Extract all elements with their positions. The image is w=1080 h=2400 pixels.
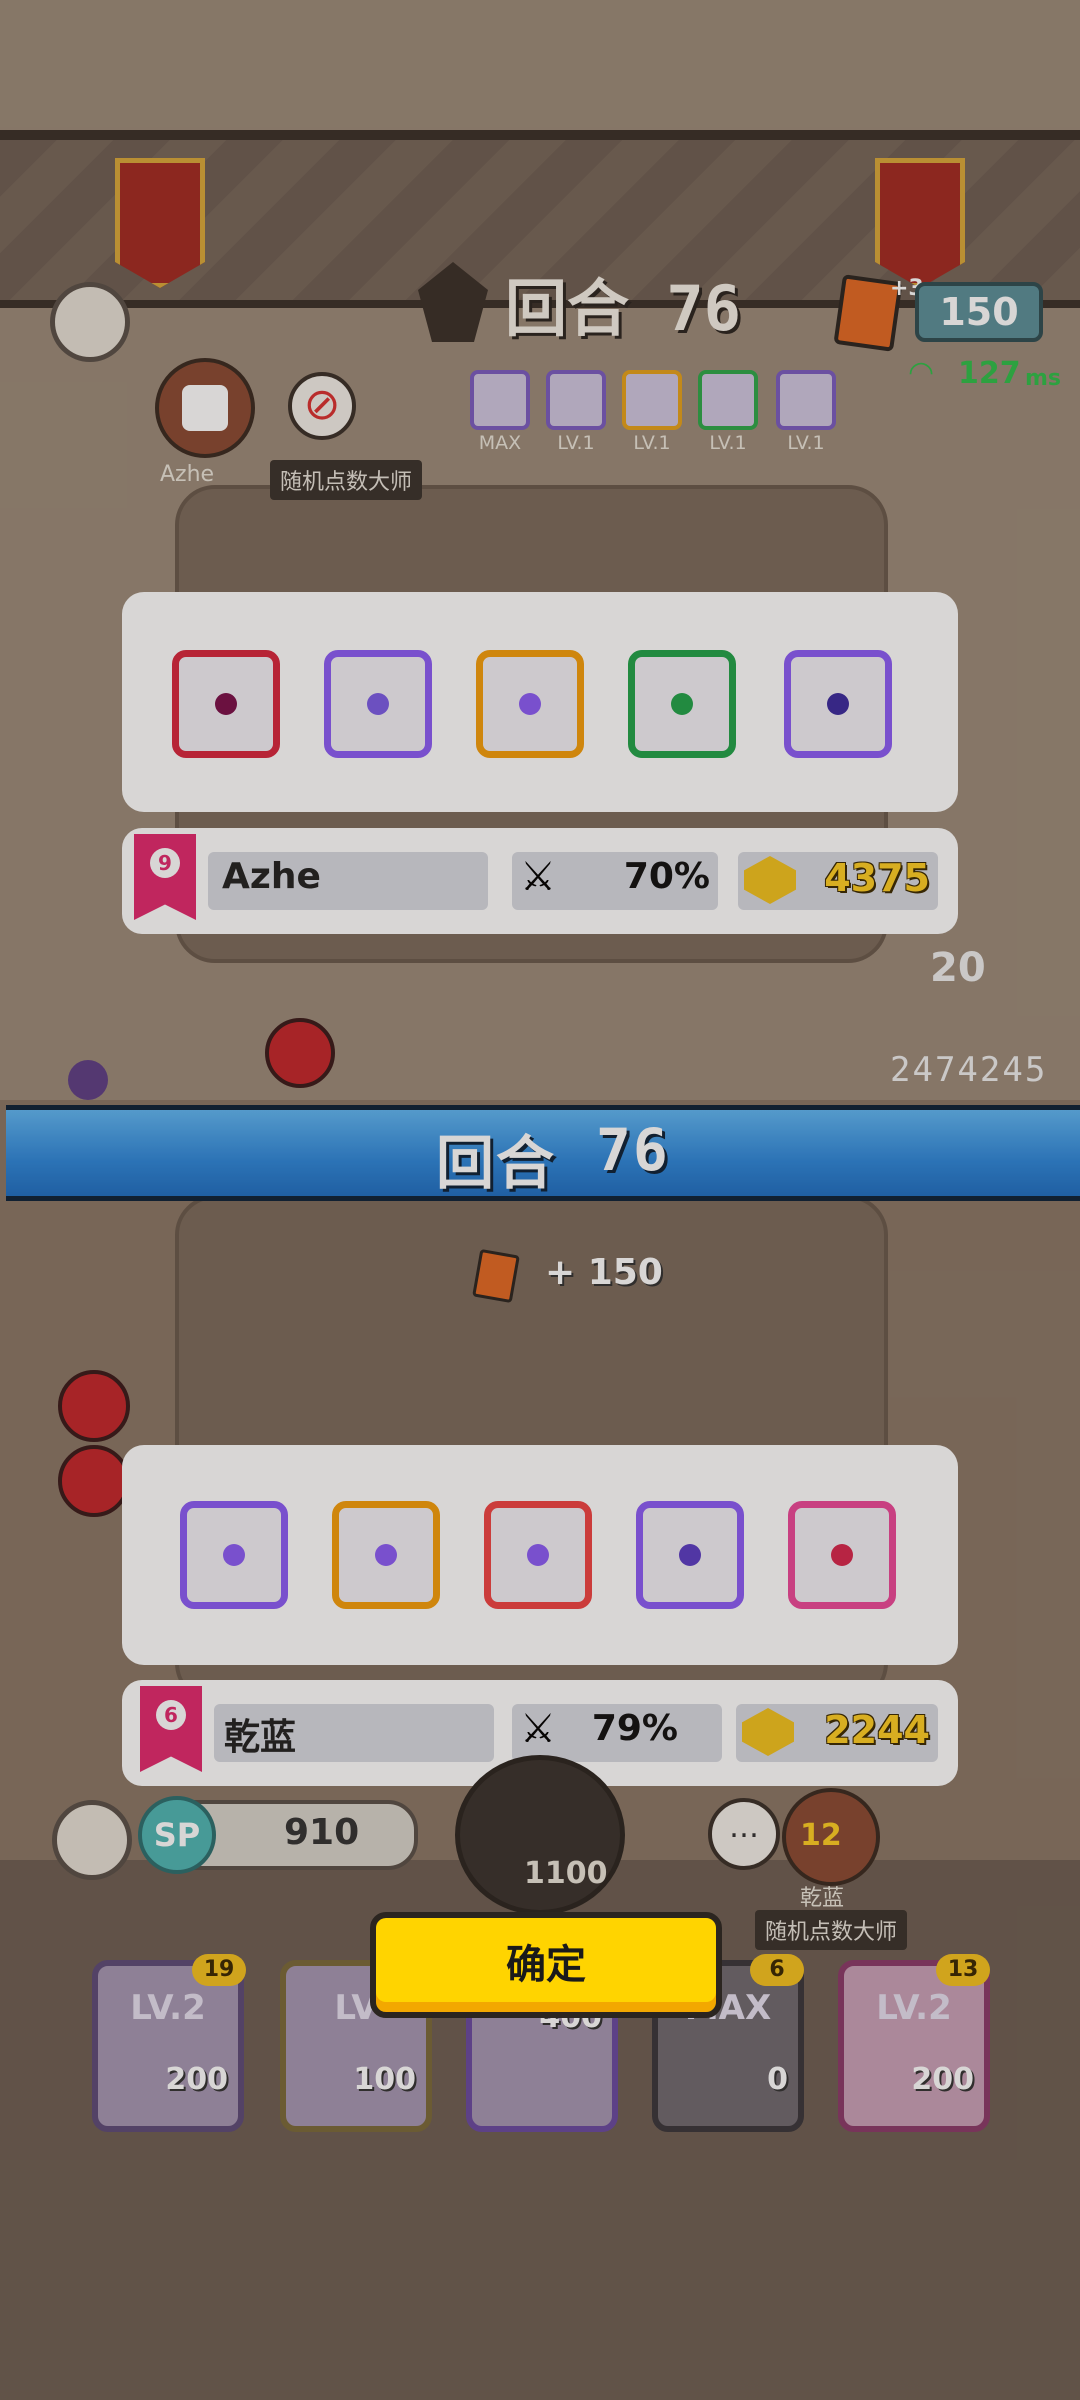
loadout-dice	[698, 370, 758, 430]
no-emote-icon[interactable]: ⊘	[288, 372, 356, 440]
sword-dice-icon	[788, 1501, 896, 1609]
radiation-icon	[58, 1370, 130, 1442]
opponent-avatar[interactable]	[155, 358, 255, 458]
radiation-icon	[265, 1018, 335, 1088]
infinity-dice-icon	[476, 650, 584, 758]
card-count: 19	[192, 1954, 246, 1986]
card-level: LV.2	[876, 1988, 952, 2028]
opponent-dice-panel	[122, 592, 958, 812]
rank-badge: 6	[140, 1686, 202, 1772]
rainbow-dice-icon	[484, 1501, 592, 1609]
win-rate: 79%	[591, 1708, 678, 1749]
card-icon	[472, 1248, 520, 1304]
wind-dice-icon	[180, 1501, 288, 1609]
opponent-info-row: 9 Azhe ⚔ 70% 4375	[122, 828, 958, 934]
player-name: Azhe	[222, 856, 321, 897]
loadout-dice	[622, 370, 682, 430]
wave-number: 20	[930, 945, 986, 991]
more-options-icon[interactable]: …	[708, 1798, 780, 1870]
opponent-name: Azhe	[160, 462, 215, 487]
gold-amount: 4375	[824, 856, 930, 900]
player-name-small: 乾蓝	[800, 1886, 845, 1911]
loadout-dice	[546, 370, 606, 430]
crossed-swords-icon: ⚔	[520, 854, 556, 900]
blade-dice-icon	[172, 650, 280, 758]
card-sp-cost: 0	[767, 2062, 788, 2097]
dice-avatar-icon	[182, 385, 228, 431]
loadout-level: MAX	[478, 432, 522, 454]
card-sp-cost: 200	[165, 2062, 228, 2097]
loadout-level: LV.1	[709, 432, 747, 454]
card-count: 6	[750, 1954, 804, 1986]
confirm-button[interactable]: 确定	[370, 1912, 722, 2018]
opponent-loadout: MAX LV.1 LV.1 LV.1 LV.1	[470, 370, 1070, 470]
player-level: 12	[800, 1818, 842, 1853]
round-banner-number: 76	[596, 1116, 670, 1184]
card-sp-cost: 100	[353, 2062, 416, 2097]
wind-dice-icon	[324, 650, 432, 758]
player-title: 随机点数大师	[755, 1910, 908, 1950]
player-dice-panel	[122, 1445, 958, 1665]
loadout-level: LV.1	[557, 432, 595, 454]
mine-icon	[68, 1060, 108, 1100]
rank-number: 6	[156, 1700, 186, 1730]
mine-icon	[58, 1445, 130, 1517]
boss-hp: 2474245	[890, 1050, 1048, 1090]
loadout-dice	[776, 370, 836, 430]
player-avatar[interactable]: 12	[782, 1788, 880, 1886]
round-banner: 回合 76	[6, 1105, 1080, 1201]
crossed-swords-icon: ⚔	[520, 1706, 556, 1752]
win-rate: 70%	[623, 856, 710, 897]
card-count: 150	[915, 282, 1043, 342]
player-name: 乾蓝	[224, 1717, 297, 1758]
reward-text: + 150	[545, 1252, 663, 1293]
poison-dice-icon	[628, 650, 736, 758]
emote-eye-icon[interactable]	[50, 282, 130, 362]
rank-number: 9	[150, 848, 180, 878]
card-level: LV.2	[130, 1988, 206, 2028]
loadout-level: LV.1	[633, 432, 671, 454]
summon-cost: 1100	[524, 1856, 608, 1891]
rank-badge: 9	[134, 834, 196, 920]
banner-left	[115, 158, 205, 288]
infinity-dice-icon	[332, 1501, 440, 1609]
emote-eye-icon[interactable]	[52, 1800, 132, 1880]
card-count: 13	[936, 1954, 990, 1986]
loadout-level: LV.1	[787, 432, 825, 454]
card-sp-cost: 200	[911, 2062, 974, 2097]
sp-value: 910	[284, 1812, 360, 1853]
gear-dice-icon	[636, 1501, 744, 1609]
sp-icon: SP	[138, 1796, 216, 1874]
crack-dice-icon	[784, 650, 892, 758]
gold-amount: 2244	[824, 1708, 930, 1752]
sp-display: SP 910	[138, 1796, 418, 1874]
opponent-title: 随机点数大师	[270, 460, 423, 500]
banner-right	[875, 158, 965, 288]
round-banner-label: 回合	[436, 1129, 557, 1197]
loadout-dice	[470, 370, 530, 430]
summon-button[interactable]: 1100	[455, 1755, 625, 1915]
round-label: 回合 76	[505, 272, 741, 345]
